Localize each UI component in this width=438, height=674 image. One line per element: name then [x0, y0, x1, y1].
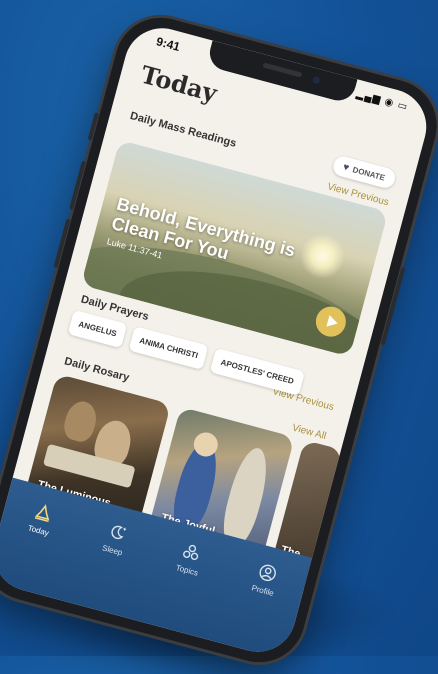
tab-topics[interactable]: Topics: [175, 540, 205, 578]
svg-text:✦: ✦: [121, 526, 128, 534]
mass-section-label: Daily Mass Readings: [128, 109, 238, 150]
profile-icon: [255, 561, 279, 585]
tab-label: Today: [26, 523, 50, 538]
prayer-chip-anima-christi[interactable]: ANIMA CHRISTI: [128, 326, 209, 371]
mute-switch: [87, 112, 99, 141]
prayer-chip-apostles-creed[interactable]: APOSTLES' CREED: [209, 347, 305, 396]
tab-label: Sleep: [101, 543, 124, 558]
moon-stars-icon: ✦: [105, 520, 129, 544]
tab-sleep[interactable]: ✦ Sleep: [101, 520, 129, 557]
circles-icon: [180, 540, 204, 564]
heart-icon: ♥: [341, 161, 351, 174]
tab-label: Topics: [174, 563, 200, 578]
volume-up-button: [69, 160, 86, 211]
tab-label: Profile: [250, 583, 275, 598]
painting-figure: [60, 398, 101, 445]
tab-profile[interactable]: Profile: [251, 560, 281, 598]
tab-today[interactable]: Today: [26, 500, 56, 538]
donate-label: DONATE: [351, 164, 387, 183]
notch: [205, 40, 358, 105]
status-icons: ▂▄▆ ◉ ▭: [355, 88, 410, 114]
camera: [312, 75, 321, 85]
play-icon: [325, 314, 339, 330]
volume-down-button: [53, 218, 71, 269]
praying-hands-icon: [31, 500, 55, 524]
speaker: [262, 62, 303, 78]
page-title: Today: [137, 59, 221, 108]
status-time: 9:41: [154, 34, 182, 54]
